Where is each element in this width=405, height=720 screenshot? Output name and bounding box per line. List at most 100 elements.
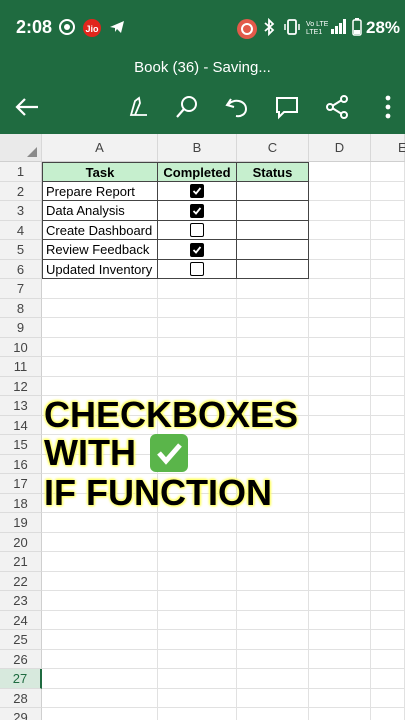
grid-cell[interactable]	[371, 201, 405, 221]
grid-cell[interactable]	[158, 649, 237, 669]
grid-cell[interactable]	[237, 571, 309, 591]
grid-cell[interactable]	[158, 318, 237, 338]
undo-button[interactable]	[220, 90, 254, 124]
checkbox-unchecked[interactable]	[190, 223, 204, 237]
row-header[interactable]: 12	[0, 376, 42, 396]
row-header[interactable]: 29	[0, 708, 42, 720]
grid-cell[interactable]	[309, 688, 371, 708]
grid-cell[interactable]	[42, 708, 158, 720]
more-button[interactable]	[371, 90, 405, 124]
row-header[interactable]: 24	[0, 610, 42, 630]
grid-cell[interactable]	[309, 259, 371, 279]
row-header[interactable]: 21	[0, 552, 42, 572]
row-header[interactable]: 1	[0, 162, 42, 182]
column-header-d[interactable]: D	[309, 134, 371, 161]
row-header[interactable]: 4	[0, 220, 42, 240]
row-header[interactable]: 20	[0, 532, 42, 552]
row-header[interactable]: 19	[0, 513, 42, 533]
grid-cell[interactable]	[237, 591, 309, 611]
grid-cell[interactable]	[371, 708, 405, 720]
task-name-cell[interactable]: Create Dashboard	[42, 220, 158, 240]
row-header[interactable]: 22	[0, 571, 42, 591]
row-header[interactable]: 25	[0, 630, 42, 650]
grid-cell[interactable]	[309, 532, 371, 552]
grid-cell[interactable]	[309, 337, 371, 357]
draw-button[interactable]	[122, 90, 156, 124]
grid-cell[interactable]	[237, 279, 309, 299]
grid-cell[interactable]	[309, 591, 371, 611]
grid-cell[interactable]	[42, 571, 158, 591]
checkbox-checked[interactable]	[190, 242, 204, 257]
grid-cell[interactable]	[309, 201, 371, 221]
row-header[interactable]: 18	[0, 493, 42, 513]
task-name-cell[interactable]: Review Feedback	[42, 240, 158, 260]
grid-cell[interactable]	[42, 318, 158, 338]
grid-cell[interactable]	[42, 552, 158, 572]
grid-cell[interactable]	[237, 513, 309, 533]
grid-cell[interactable]	[309, 474, 371, 494]
back-button[interactable]	[10, 90, 44, 124]
checkbox-unchecked[interactable]	[190, 262, 204, 276]
column-header-e[interactable]: E	[371, 134, 405, 161]
grid-cell[interactable]	[371, 396, 405, 416]
comment-button[interactable]	[270, 90, 304, 124]
grid-cell[interactable]	[158, 552, 237, 572]
grid-cell[interactable]	[309, 415, 371, 435]
grid-cell[interactable]	[237, 532, 309, 552]
grid-cell[interactable]	[371, 162, 405, 182]
grid-cell[interactable]	[42, 688, 158, 708]
status-cell[interactable]	[237, 259, 309, 279]
status-cell[interactable]	[237, 220, 309, 240]
completed-cell[interactable]	[158, 201, 237, 221]
row-header[interactable]: 26	[0, 649, 42, 669]
grid-cell[interactable]	[371, 454, 405, 474]
grid-cell[interactable]	[309, 279, 371, 299]
row-header[interactable]: 9	[0, 318, 42, 338]
grid-cell[interactable]	[42, 610, 158, 630]
grid-cell[interactable]	[237, 688, 309, 708]
grid-cell[interactable]	[237, 318, 309, 338]
checkbox-checked[interactable]	[190, 184, 204, 198]
grid-cell[interactable]	[371, 376, 405, 396]
grid-cell[interactable]	[237, 708, 309, 720]
grid-cell[interactable]	[237, 610, 309, 630]
share-button[interactable]	[320, 90, 354, 124]
grid-cell[interactable]	[309, 669, 371, 689]
grid-cell[interactable]	[42, 591, 158, 611]
grid-cell[interactable]	[371, 357, 405, 377]
column-header-b[interactable]: B	[158, 134, 237, 161]
grid-cell[interactable]	[158, 357, 237, 377]
grid-cell[interactable]	[158, 630, 237, 650]
completed-cell[interactable]	[158, 240, 237, 260]
grid-cell[interactable]	[42, 279, 158, 299]
row-header[interactable]: 3	[0, 201, 42, 221]
grid-cell[interactable]	[237, 669, 309, 689]
grid-cell[interactable]	[371, 610, 405, 630]
grid-cell[interactable]	[371, 513, 405, 533]
grid-cell[interactable]	[42, 532, 158, 552]
grid-cell[interactable]	[309, 181, 371, 201]
grid-cell[interactable]	[371, 669, 405, 689]
grid-cell[interactable]	[371, 220, 405, 240]
grid-cell[interactable]	[309, 396, 371, 416]
grid-cell[interactable]	[309, 220, 371, 240]
grid-cell[interactable]	[309, 513, 371, 533]
checkbox-checked[interactable]	[190, 203, 204, 218]
header-task[interactable]: Task	[42, 162, 158, 182]
grid-cell[interactable]	[42, 669, 158, 689]
header-completed[interactable]: Completed	[158, 162, 237, 182]
row-header[interactable]: 10	[0, 337, 42, 357]
header-status[interactable]: Status	[237, 162, 309, 182]
grid-cell[interactable]	[158, 669, 237, 689]
grid-cell[interactable]	[371, 435, 405, 455]
grid-cell[interactable]	[42, 513, 158, 533]
grid-cell[interactable]	[158, 688, 237, 708]
status-cell[interactable]	[237, 181, 309, 201]
grid-cell[interactable]	[158, 591, 237, 611]
grid-cell[interactable]	[237, 298, 309, 318]
select-all-corner[interactable]	[0, 134, 42, 161]
grid-cell[interactable]	[309, 357, 371, 377]
grid-cell[interactable]	[371, 493, 405, 513]
grid-cell[interactable]	[158, 513, 237, 533]
grid-cell[interactable]	[309, 571, 371, 591]
